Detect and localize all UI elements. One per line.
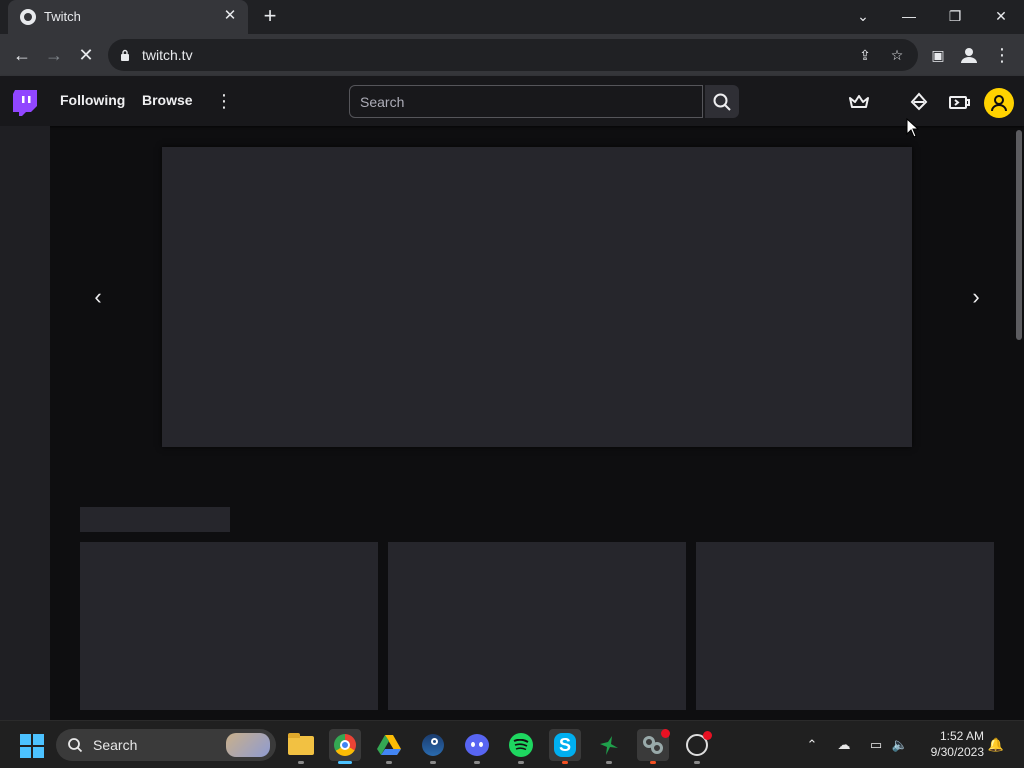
- back-arrow-icon[interactable]: ←: [10, 43, 34, 67]
- browser-tab-twitch[interactable]: Twitch ✕: [8, 0, 248, 34]
- search-field[interactable]: [349, 85, 703, 118]
- nav-following-link[interactable]: Following: [60, 92, 125, 108]
- drops-icon[interactable]: [907, 90, 931, 114]
- show-hidden-icons-chevron-up-icon[interactable]: ⌃: [802, 735, 822, 755]
- stop-loading-icon[interactable]: ✕: [74, 43, 98, 67]
- chrome-icon[interactable]: [329, 729, 361, 764]
- prime-crown-icon[interactable]: [847, 90, 871, 114]
- obs-icon[interactable]: [681, 729, 713, 764]
- share-icon[interactable]: ⇪: [856, 46, 874, 64]
- google-drive-icon[interactable]: [373, 729, 405, 764]
- bits-wallet-icon[interactable]: [947, 90, 971, 114]
- network-icon[interactable]: ▭: [866, 735, 886, 755]
- chrome-menu-kebab-icon[interactable]: ⋮: [990, 43, 1014, 67]
- taskbar-search-icon: [68, 738, 83, 753]
- side-panel-icon[interactable]: ▣: [926, 43, 950, 67]
- carousel-next-chevron-right-icon[interactable]: ›: [964, 284, 988, 310]
- address-bar[interactable]: twitch.tv ⇪ ☆: [108, 39, 918, 71]
- url-text: twitch.tv: [142, 47, 193, 63]
- link-app-icon[interactable]: [637, 729, 670, 764]
- steam-icon[interactable]: [417, 729, 449, 764]
- stream-card-placeholder[interactable]: [80, 542, 378, 710]
- stream-card-placeholder[interactable]: [388, 542, 686, 710]
- tab-title: Twitch: [44, 9, 81, 24]
- twitch-favicon-icon: [20, 9, 36, 25]
- browser-toolbar: ← → ✕ twitch.tv ⇪ ☆ ▣ ⋮: [0, 34, 1024, 76]
- system-clock[interactable]: 1:52 AM 9/30/2023: [918, 728, 984, 760]
- bookmark-star-icon[interactable]: ☆: [888, 46, 906, 64]
- carousel-prev-chevron-left-icon[interactable]: ‹: [86, 284, 110, 310]
- new-tab-button[interactable]: +: [258, 5, 282, 29]
- search-button[interactable]: [705, 85, 739, 118]
- page-scrollbar[interactable]: [1016, 130, 1022, 340]
- notification-bell-icon[interactable]: 🔔: [986, 735, 1006, 755]
- tab-close-icon[interactable]: ✕: [220, 6, 240, 26]
- stream-card-placeholder[interactable]: [696, 542, 994, 710]
- windows-taskbar: Search S ⌃ ☁ ▭ 🔈 1:52 AM 9/30/2023 🔔: [0, 720, 1024, 768]
- side-nav-rail: [0, 126, 50, 720]
- section-title-placeholder: [80, 507, 230, 532]
- skype-icon[interactable]: S: [549, 729, 581, 764]
- nav-browse-link[interactable]: Browse: [142, 92, 193, 108]
- restore-icon[interactable]: ❐: [940, 4, 970, 28]
- volume-icon[interactable]: 🔈: [890, 735, 910, 755]
- onedrive-cloud-icon[interactable]: ☁: [834, 735, 854, 755]
- taskbar-search-box[interactable]: Search: [56, 729, 276, 761]
- forward-arrow-icon[interactable]: →: [42, 43, 66, 67]
- twitch-top-nav: Following Browse ⋮: [0, 76, 1024, 126]
- discord-icon[interactable]: [461, 729, 493, 764]
- clock-date: 9/30/2023: [930, 745, 984, 759]
- clock-time: 1:52 AM: [939, 729, 984, 743]
- search-highlight-image: [226, 733, 270, 757]
- featured-stream-carousel-placeholder[interactable]: [162, 147, 912, 447]
- search-input[interactable]: [350, 86, 702, 117]
- lock-icon: [121, 49, 129, 61]
- tab-search-chevron-down-icon[interactable]: ⌄: [848, 4, 878, 28]
- taskbar-search-label: Search: [93, 737, 138, 753]
- more-vertical-icon[interactable]: ⋮: [214, 90, 234, 112]
- spotify-icon[interactable]: [505, 729, 537, 764]
- browser-tab-strip: Twitch ✕ + ⌄ — ❐ ✕: [0, 0, 1024, 34]
- file-explorer-icon[interactable]: [285, 729, 317, 764]
- hummingbird-app-icon[interactable]: [593, 729, 625, 764]
- search-icon: [713, 93, 731, 111]
- twitch-logo-icon[interactable]: [12, 89, 38, 117]
- user-avatar[interactable]: [984, 88, 1014, 118]
- window-close-icon[interactable]: ✕: [986, 4, 1016, 28]
- minimize-icon[interactable]: —: [894, 4, 924, 28]
- windows-start-icon[interactable]: [20, 734, 44, 758]
- user-icon: [991, 95, 1007, 112]
- mouse-cursor-icon: [906, 118, 920, 138]
- profile-icon[interactable]: [960, 46, 978, 64]
